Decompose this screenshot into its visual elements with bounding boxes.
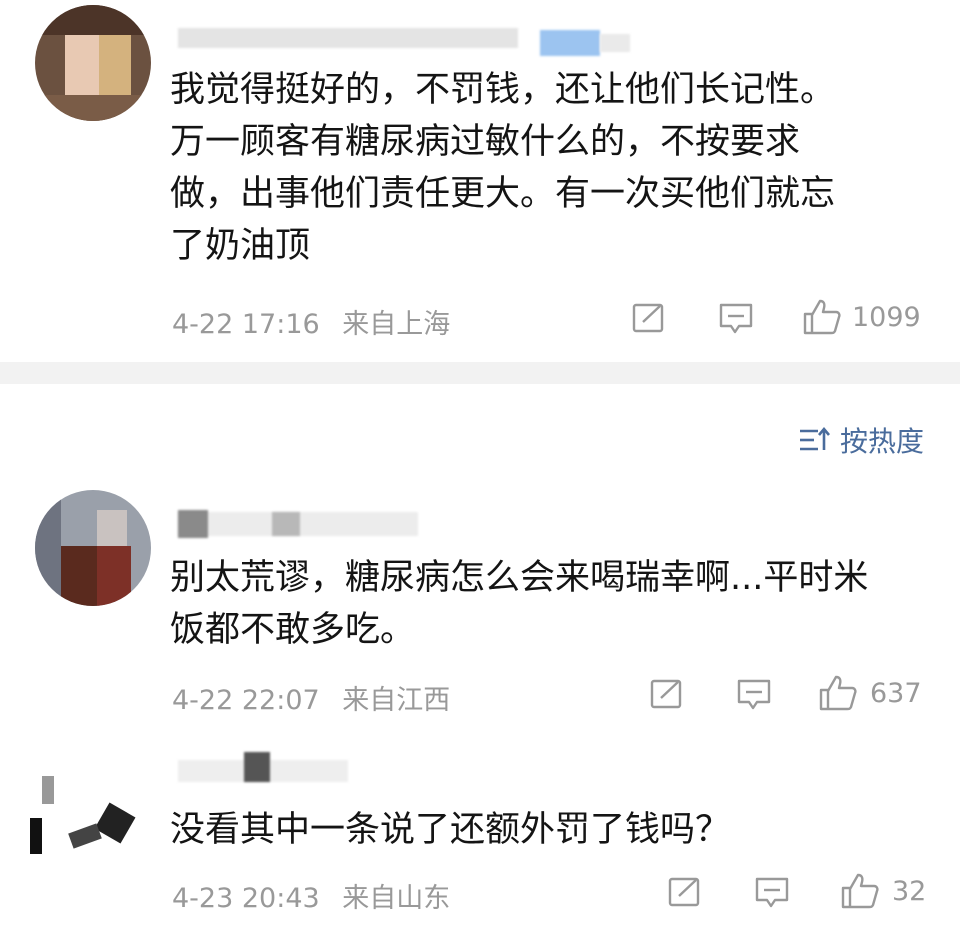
sort-icon (799, 426, 830, 451)
username-redaction-mid (272, 512, 300, 536)
comment-time: 4-22 17:16 (172, 309, 320, 340)
avatar[interactable] (35, 5, 151, 121)
like-count: 1099 (852, 302, 921, 333)
avatar[interactable] (30, 768, 140, 858)
username-redaction (178, 28, 518, 48)
comment-icon[interactable] (736, 678, 772, 712)
comment-icon[interactable] (754, 876, 790, 910)
like-count: 637 (870, 678, 922, 709)
comment-location: 来自上海 (342, 309, 451, 340)
sort-label: 按热度 (839, 425, 924, 458)
username-redaction-dark (178, 510, 208, 538)
like-icon[interactable] (802, 298, 842, 336)
comment-icon[interactable] (718, 302, 754, 336)
comment-location: 来自山东 (342, 883, 451, 914)
avatar[interactable] (35, 490, 151, 606)
comment-time: 4-23 20:43 (172, 883, 320, 914)
share-icon[interactable] (632, 302, 668, 334)
section-divider (0, 362, 960, 384)
sort-by-popularity[interactable]: 按热度 (798, 420, 924, 460)
comment-text: 别太荒谬，糖尿病怎么会来喝瑞幸啊...平时米 饭都不敢多吃。 (170, 558, 869, 650)
share-icon[interactable] (668, 876, 704, 908)
comment-meta: 4-23 20:43 来自山东 (172, 876, 450, 915)
comment-location: 来自江西 (342, 685, 451, 716)
comment-meta: 4-22 22:07 来自江西 (172, 678, 450, 717)
share-icon[interactable] (650, 678, 686, 710)
user-badge (540, 30, 600, 56)
comment-time: 4-22 22:07 (172, 685, 320, 716)
like-icon[interactable] (840, 872, 880, 910)
username-redaction-dark (244, 752, 270, 782)
badge-redaction (600, 34, 630, 52)
comment-text: 我觉得挺好的，不罚钱，还让他们长记性。 万一顾客有糖尿病过敏什么的，不按要求 做… (170, 70, 836, 266)
comment-meta: 4-22 17:16 来自上海 (172, 302, 450, 341)
like-count: 32 (892, 876, 927, 907)
comment-text: 没看其中一条说了还额外罚了钱吗？ (170, 810, 731, 850)
like-icon[interactable] (818, 674, 858, 712)
